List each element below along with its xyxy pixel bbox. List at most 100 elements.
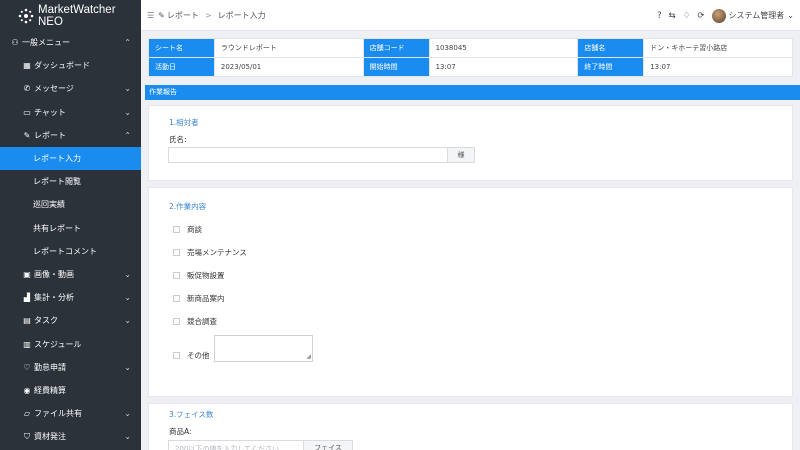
info-header: 活動日: [148, 57, 215, 77]
sidebar: MarketWatcher NEO ⚇ 一般メニュー ⌃ ▦ ダッシュボード ✆ メッセージ…: [0, 0, 141, 450]
sidebar-item-label: レポート入力: [33, 154, 81, 164]
sidebar-item[interactable]: ▟ 集計・分析 ⌄: [0, 286, 141, 309]
chevron-up-icon: ⌃: [124, 130, 131, 140]
attendance-icon: ♡: [23, 362, 31, 372]
sidebar-item-label: チャット: [34, 107, 66, 117]
sidebar-item[interactable]: ◉ 経費精算: [0, 379, 141, 402]
checkbox[interactable]: [173, 318, 180, 325]
info-header: 店舗コード: [362, 38, 430, 58]
pencil-icon: ✎: [158, 10, 165, 20]
pencil-icon: ✎: [23, 130, 31, 140]
work-title: 2.作業内容: [169, 202, 207, 211]
sidebar-nav: ⚇ 一般メニュー ⌃ ▦ ダッシュボード ✆ メッセージ ⌄ ▭ チャット ⌄ ✎ レポート ⌃ レポート入…: [0, 31, 141, 448]
name-label: 氏名:: [169, 135, 187, 144]
brand[interactable]: MarketWatcher NEO: [0, 0, 141, 31]
info-value: 13:07: [643, 57, 793, 77]
sidebar-item-label: 経費精算: [34, 385, 66, 395]
checkbox[interactable]: [173, 295, 180, 302]
sidebar-item-label: 一般メニュー: [22, 38, 70, 48]
chevron-down-icon: ⌄: [787, 11, 794, 20]
sidebar-item[interactable]: ⛉ 資材発注 ⌄: [0, 425, 141, 448]
image-icon: ▣: [23, 269, 31, 279]
sidebar-item-label: 勤怠申請: [34, 362, 66, 372]
breadcrumb-item-current: レポート入力: [217, 10, 266, 20]
sidebar-item[interactable]: ▤ タスク ⌄: [0, 309, 141, 332]
chevron-down-icon: ⌄: [124, 316, 131, 326]
sidebar-item[interactable]: ▣ 画像・動画 ⌄: [0, 263, 141, 286]
product-a-input[interactable]: 200以下の値を入力してください: [168, 440, 304, 450]
sidebar-item-label: メッセージ: [34, 84, 74, 94]
chevron-down-icon: ⌄: [124, 432, 131, 442]
menu-toggle-icon[interactable]: ☰: [147, 11, 154, 20]
info-row: シート名 ラウンドレポート 店舗コード 1038045 店舗名 ドン・キホーテ習小路店: [148, 38, 793, 58]
sidebar-item-label: レポートコメント: [33, 246, 97, 256]
checkbox[interactable]: [173, 352, 180, 359]
work-option-label: 売場メンテナンス: [187, 248, 247, 257]
breadcrumb-item-report[interactable]: レポート: [167, 10, 199, 21]
sidebar-item[interactable]: レポート閲覧: [0, 170, 141, 193]
avatar: [711, 8, 726, 23]
sidebar-item[interactable]: レポートコメント: [0, 240, 141, 263]
sidebar-item[interactable]: 巡回実績: [0, 193, 141, 216]
user-menu[interactable]: システム管理者 ⌄: [711, 8, 794, 23]
chart-icon: ▟: [23, 293, 31, 303]
grid-icon: ▦: [23, 61, 31, 71]
sidebar-item-label: 資材発注: [34, 432, 66, 442]
user-icon: ⚇: [11, 38, 19, 48]
sidebar-item[interactable]: ▥ スケジュール: [0, 332, 141, 355]
other-textarea[interactable]: ◢: [214, 335, 313, 362]
section-title: 作業報告: [145, 85, 800, 100]
option-other[interactable]: その他: [173, 350, 210, 361]
sidebar-item[interactable]: レポート入力: [0, 146, 141, 171]
respondent-title: 1.相対者: [169, 118, 199, 127]
faces-card: 3.フェイス数 商品A: 200以下の値を入力してください フェイス: [148, 403, 793, 450]
option-other-label: その他: [187, 351, 210, 360]
sidebar-item[interactable]: ✎ レポート ⌃: [0, 124, 141, 147]
sidebar-item[interactable]: ♡ 勤怠申請 ⌄: [0, 356, 141, 379]
checkbox[interactable]: [173, 249, 180, 256]
checkbox[interactable]: [173, 226, 180, 233]
breadcrumb-separator: >: [204, 10, 212, 20]
sidebar-item[interactable]: ▭ チャット ⌄: [0, 101, 141, 124]
work-option[interactable]: 商談: [173, 224, 202, 235]
info-value: ドン・キホーテ習小路店: [643, 38, 793, 58]
respondent-card: 1.相対者 氏名: 様: [148, 105, 793, 181]
sidebar-item-label: レポート閲覧: [33, 177, 81, 187]
sidebar-item[interactable]: ▦ ダッシュボード: [0, 54, 141, 77]
refresh-icon[interactable]: ⟳: [697, 11, 704, 21]
translate-icon[interactable]: ⇆: [669, 11, 676, 21]
info-value: 2023/05/01: [213, 57, 364, 77]
info-header: 終了時間: [577, 57, 645, 77]
sidebar-item-label: ダッシュボード: [34, 61, 90, 71]
folder-icon: ▱: [23, 409, 31, 419]
sidebar-item-label: 画像・動画: [34, 269, 74, 279]
work-option[interactable]: 販促物設置: [173, 270, 225, 281]
expense-icon: ◉: [23, 385, 31, 395]
sidebar-item[interactable]: ▱ ファイル共有 ⌄: [0, 402, 141, 425]
work-option[interactable]: 競合調査: [173, 316, 217, 327]
task-icon: ▤: [23, 316, 31, 326]
chevron-down-icon: ⌄: [124, 107, 131, 117]
sidebar-item-label: レポート: [34, 130, 66, 140]
sidebar-item-label: 集計・分析: [34, 293, 74, 303]
product-a-label: 商品A:: [169, 427, 192, 436]
name-input[interactable]: [168, 147, 448, 163]
help-icon[interactable]: ?: [657, 11, 662, 21]
report-info-table: シート名 ラウンドレポート 店舗コード 1038045 店舗名 ドン・キホーテ習小路店 活動…: [148, 38, 793, 77]
info-row: 活動日 2023/05/01 開始時間 13:07 終了時間 13:07: [148, 57, 793, 77]
sidebar-item-label: ファイル共有: [34, 409, 82, 419]
sidebar-item[interactable]: ⚇ 一般メニュー ⌃: [0, 31, 141, 54]
sidebar-item[interactable]: ✆ メッセージ ⌄: [0, 77, 141, 100]
notification-icon[interactable]: ♢: [683, 11, 691, 21]
info-header: 店舗名: [577, 38, 645, 58]
message-icon: ✆: [23, 84, 31, 94]
work-option[interactable]: 新商品案内: [173, 293, 225, 304]
chevron-down-icon: ⌄: [124, 269, 131, 279]
sidebar-item[interactable]: 共有レポート: [0, 217, 141, 240]
product-a-unit: フェイス: [303, 440, 353, 450]
work-option[interactable]: 売場メンテナンス: [173, 247, 247, 258]
resize-handle-icon[interactable]: ◢: [306, 354, 311, 360]
sidebar-item-label: 共有レポート: [33, 223, 81, 233]
name-suffix: 様: [447, 147, 475, 163]
checkbox[interactable]: [173, 272, 180, 279]
